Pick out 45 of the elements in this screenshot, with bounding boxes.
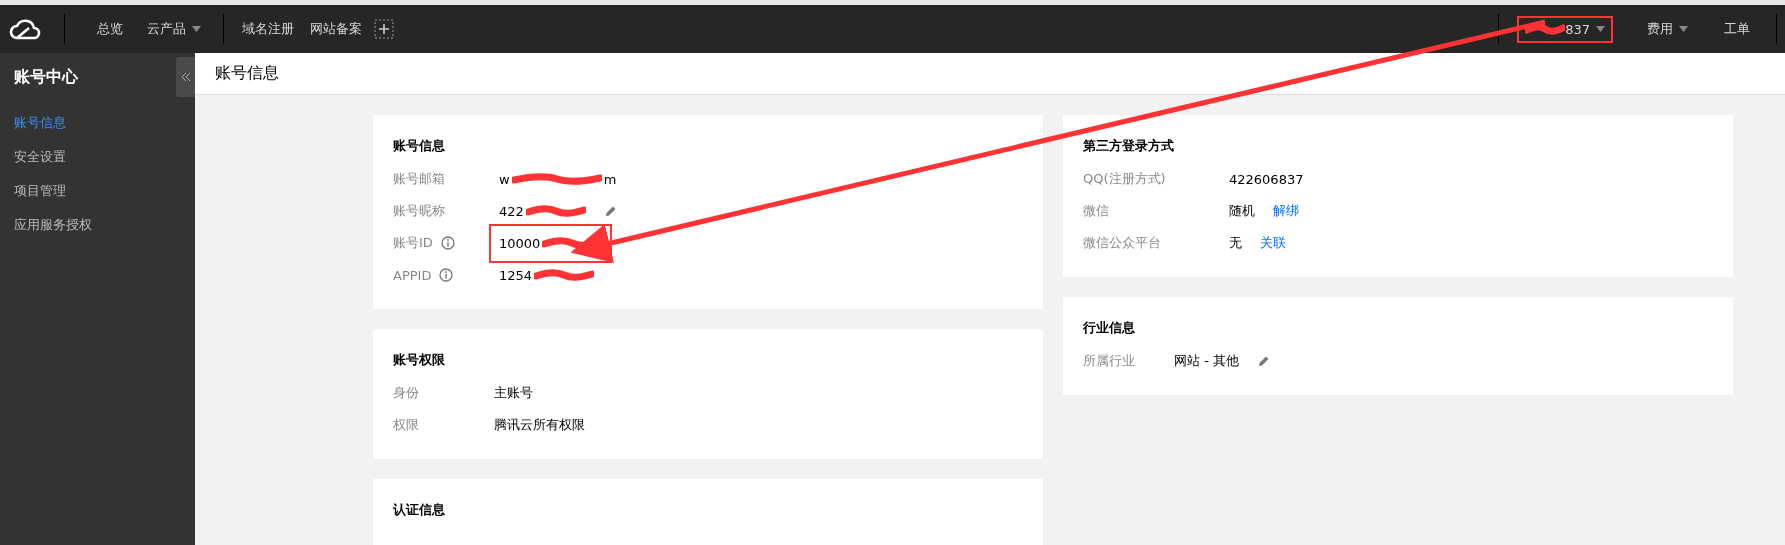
edit-icon[interactable]: [1256, 354, 1271, 368]
field-value: 422: [493, 197, 592, 225]
collapse-button[interactable]: [176, 57, 195, 97]
card-title: 行业信息: [1083, 319, 1136, 337]
card-title: 认证信息: [393, 501, 446, 519]
account-menu[interactable]: 837: [1517, 15, 1613, 43]
nav-item[interactable]: 工单: [1706, 20, 1768, 38]
sidebar-title: 账号中心: [14, 67, 78, 88]
edit-icon[interactable]: [603, 204, 618, 218]
action-link[interactable]: 解绑: [1273, 202, 1299, 220]
sidebar-item[interactable]: 项目管理: [0, 174, 195, 208]
field-label: 身份: [393, 384, 420, 402]
field-value: 网站 - 其他: [1173, 352, 1240, 370]
field-label: 权限: [393, 416, 420, 434]
field-value: w m: [498, 170, 618, 189]
cloud-logo-icon[interactable]: [8, 16, 42, 42]
field-value: 10000: [489, 223, 613, 263]
field-value: 无: [1228, 234, 1243, 252]
sidebar-item[interactable]: 应用服务授权: [0, 208, 195, 242]
card-title: 账号权限: [393, 351, 446, 369]
field-value: 422606837: [1228, 170, 1305, 189]
nav-link[interactable]: 域名注册: [234, 20, 302, 38]
field-label: 账号邮箱: [393, 170, 446, 188]
add-icon[interactable]: [374, 19, 394, 39]
nav-item[interactable]: 费用: [1629, 20, 1706, 38]
field-value: 1254: [493, 261, 601, 289]
field-label: QQ(注册方式): [1083, 170, 1167, 188]
field-label: 微信公众平台: [1083, 234, 1162, 252]
field-label: 账号昵称: [393, 202, 446, 220]
nav-item[interactable]: 云产品: [135, 20, 213, 38]
sidebar-item[interactable]: 安全设置: [0, 140, 195, 174]
field-label: 微信: [1083, 202, 1110, 220]
field-label: APPID: [393, 267, 493, 283]
action-link[interactable]: 关联: [1260, 234, 1286, 252]
field-value: 随机: [1228, 202, 1256, 220]
sidebar-item[interactable]: 账号信息: [0, 106, 195, 140]
nav-item[interactable]: 总览: [85, 20, 135, 38]
field-value: 主账号: [493, 384, 534, 402]
card-title: 第三方登录方式: [1083, 137, 1175, 155]
field-label: 所属行业: [1083, 352, 1136, 370]
double-chevron-icon: [180, 72, 191, 82]
nav-link[interactable]: 网站备案: [302, 20, 370, 38]
card-title: 账号信息: [393, 137, 446, 155]
field-value: 腾讯云所有权限: [493, 416, 586, 434]
page-title: 账号信息: [195, 53, 1785, 95]
